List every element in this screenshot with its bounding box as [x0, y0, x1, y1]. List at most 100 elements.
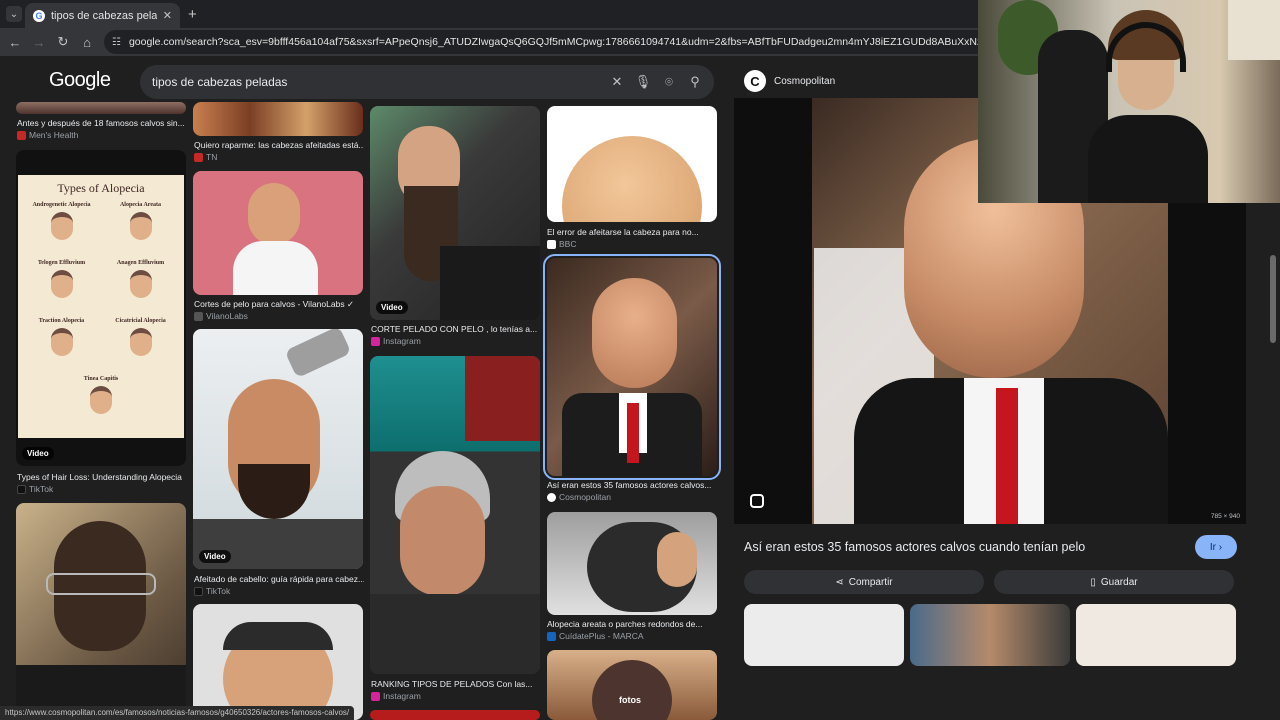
related-image-1[interactable] — [744, 604, 904, 666]
google-logo[interactable]: Google — [49, 69, 111, 92]
result-caption[interactable]: Así eran estos 35 famosos actores calvos… — [547, 480, 717, 490]
source-name: CuídatePlus - MARCA — [559, 631, 644, 641]
result-source[interactable]: CuídatePlus - MARCA — [547, 631, 644, 641]
result-source[interactable]: TN — [194, 152, 217, 162]
result-source[interactable]: TikTok — [17, 484, 53, 494]
result-image-man-glasses[interactable] — [16, 503, 186, 720]
address-bar[interactable]: ☷ google.com/search?sca_esv=9bfff456a104… — [104, 30, 994, 54]
new-tab-icon[interactable]: + — [188, 6, 197, 23]
result-image-fade[interactable] — [193, 604, 363, 720]
result-image-bald-head[interactable] — [547, 106, 717, 222]
result-source[interactable]: Men's Health — [17, 130, 78, 140]
alopecia-type: Anagen Effluvium — [103, 260, 178, 314]
webcam-overlay — [978, 0, 1280, 203]
url-text: google.com/search?sca_esv=9bfff456a104af… — [128, 36, 994, 48]
result-caption[interactable]: Alopecia areata o parches redondos de... — [547, 619, 717, 629]
result-caption[interactable]: RANKING TIPOS DE PELADOS Con las... — [371, 679, 541, 689]
alopecia-type: Alopecia Areata — [103, 202, 178, 256]
status-bar-url: https://www.cosmopolitan.com/es/famosos/… — [0, 706, 355, 720]
result-image[interactable] — [193, 102, 363, 136]
head-illustration-icon — [129, 270, 152, 298]
result-caption[interactable]: CORTE PELADO CON PELO , lo tenías a... — [371, 324, 541, 334]
panel-title[interactable]: Así eran estos 35 famosos actores calvos… — [744, 540, 1085, 554]
result-caption[interactable]: El error de afeitarse la cabeza para no.… — [547, 227, 717, 237]
source-name: Instagram — [383, 336, 421, 346]
share-button[interactable]: ⋖ Compartir — [744, 570, 984, 594]
source-name: BBC — [559, 239, 577, 249]
tab-active[interactable]: G tipos de cabezas peladas - Busca ✕ — [25, 3, 180, 28]
close-tab-icon[interactable]: ✕ — [163, 9, 172, 22]
head-shape — [248, 183, 300, 245]
result-image-selected[interactable] — [543, 254, 721, 480]
panel-source[interactable]: C Cosmopolitan — [744, 70, 835, 92]
google-favicon-icon: G — [33, 9, 45, 22]
result-source[interactable]: BBC — [547, 239, 576, 249]
result-image-shaving[interactable]: Video — [193, 329, 363, 569]
head-illustration-icon — [129, 212, 152, 240]
save-button[interactable]: ▯ Guardar — [994, 570, 1234, 594]
result-source[interactable]: Cosmopolitan — [547, 492, 611, 502]
head-illustration-icon — [50, 212, 73, 240]
result-image-scalp[interactable]: fotos — [547, 650, 717, 720]
microphone-icon[interactable]: 🎙 — [630, 74, 656, 90]
reload-icon[interactable]: ↻ — [51, 34, 75, 50]
source-name: Instagram — [383, 691, 421, 701]
related-image-2[interactable] — [910, 604, 1070, 666]
lens-icon[interactable]: ⌾ — [656, 74, 682, 90]
scrollbar-thumb[interactable] — [1270, 255, 1276, 343]
result-caption[interactable]: Quiero raparme: las cabezas afeitadas es… — [194, 140, 364, 150]
beard-shape — [238, 464, 310, 519]
head-illustration-icon — [50, 328, 73, 356]
head-illustration-icon — [50, 270, 73, 298]
search-icon[interactable]: ⚲ — [682, 74, 708, 90]
result-image-alopecia[interactable]: Types of Alopecia Androgenetic Alopecia A… — [16, 150, 186, 466]
clear-icon[interactable]: ✕ — [604, 74, 630, 90]
result-source[interactable]: Instagram — [371, 691, 421, 701]
head-illustration-icon — [129, 328, 152, 356]
alopecia-type: Telogen Effluvium — [24, 260, 99, 314]
forward-icon[interactable]: → — [27, 35, 51, 50]
bald-head-shape — [562, 136, 702, 222]
source-name: TikTok — [206, 586, 231, 596]
tiktok-icon — [194, 586, 203, 596]
tie-shape — [627, 403, 639, 463]
bbc-icon — [547, 239, 556, 249]
spray-can-shape — [284, 329, 352, 379]
back-icon[interactable]: ← — [3, 35, 27, 50]
cosmopolitan-logo-icon: C — [744, 70, 766, 92]
result-caption[interactable]: Cortes de pelo para calvos - VilanoLabs … — [194, 299, 364, 310]
site-info-icon[interactable]: ☷ — [112, 37, 121, 48]
shirt-shape — [440, 246, 540, 320]
alopecia-type: Traction Alopecia — [24, 318, 99, 372]
tshirt-shape — [233, 241, 318, 295]
result-image-beard[interactable]: Video — [370, 106, 540, 320]
result-image[interactable] — [370, 710, 540, 720]
home-icon[interactable]: ⌂ — [75, 35, 99, 50]
scalp-shape — [592, 660, 672, 720]
bookmark-icon: ▯ — [1090, 576, 1096, 588]
result-image-alopecia-areata[interactable] — [547, 512, 717, 615]
search-box[interactable]: tipos de cabezas peladas ✕ 🎙 ⌾ ⚲ — [140, 65, 714, 99]
face-shape — [400, 486, 485, 596]
source-name: Cosmopolitan — [559, 492, 611, 502]
tab-search-icon[interactable]: ⌄ — [6, 6, 22, 22]
visit-button[interactable]: Ir › — [1195, 535, 1237, 559]
result-source[interactable]: TikTok — [194, 586, 230, 596]
result-caption[interactable]: Antes y después de 18 famosos calvos sin… — [17, 118, 187, 128]
tiktok-icon — [17, 484, 26, 494]
lens-search-icon[interactable] — [750, 494, 764, 508]
result-caption[interactable]: Afeitado de cabello: guía rápida para ca… — [194, 574, 364, 584]
result-image[interactable] — [16, 102, 186, 114]
result-image-barber[interactable] — [370, 356, 540, 674]
hair-shape — [223, 622, 333, 650]
alopecia-type: Cicatricial Alopecia — [103, 318, 178, 372]
result-image-pink[interactable] — [193, 171, 363, 295]
mens-health-icon — [17, 130, 26, 140]
result-source[interactable]: Instagram — [371, 336, 421, 346]
search-input[interactable]: tipos de cabezas peladas — [152, 75, 604, 89]
related-image-3[interactable] — [1076, 604, 1236, 666]
vilanolabs-icon — [194, 311, 203, 321]
result-source[interactable]: VilanoLabs — [194, 311, 248, 321]
result-caption[interactable]: Types of Hair Loss: Understanding Alopec… — [17, 472, 187, 482]
video-badge: Video — [199, 550, 231, 563]
